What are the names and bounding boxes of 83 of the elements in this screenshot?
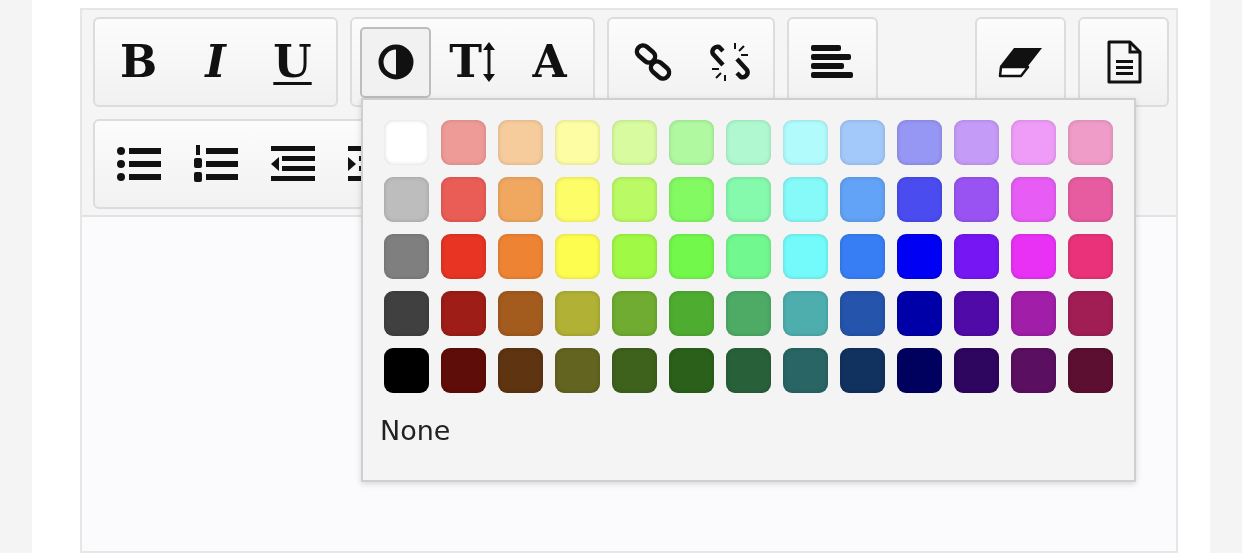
color-swatch[interactable] [897,120,942,165]
color-swatch[interactable] [669,177,714,222]
editor-area[interactable]: B I U T A None [80,8,1178,553]
color-swatch[interactable] [1068,291,1113,336]
color-swatch[interactable] [783,177,828,222]
color-swatch[interactable] [1011,348,1056,393]
color-swatch[interactable] [954,177,999,222]
color-swatch[interactable] [612,234,657,279]
color-swatch[interactable] [726,348,771,393]
color-swatch[interactable] [669,291,714,336]
color-swatch[interactable] [555,177,600,222]
color-swatch[interactable] [840,234,885,279]
color-swatch[interactable] [897,177,942,222]
color-swatch[interactable] [897,234,942,279]
color-swatch[interactable] [726,234,771,279]
color-swatch[interactable] [555,120,600,165]
color-swatch[interactable] [897,291,942,336]
color-swatch[interactable] [954,348,999,393]
italic-button[interactable]: I [180,26,251,98]
up-down-arrow-icon [481,40,496,84]
color-swatch[interactable] [498,177,543,222]
color-swatch[interactable] [783,120,828,165]
color-swatch[interactable] [1011,291,1056,336]
color-swatch[interactable] [441,234,486,279]
color-swatch[interactable] [840,120,885,165]
none-option[interactable]: None [380,411,451,452]
color-swatch[interactable] [783,348,828,393]
color-swatch[interactable] [441,291,486,336]
color-swatch[interactable] [783,234,828,279]
color-swatch[interactable] [840,348,885,393]
color-swatch[interactable] [954,291,999,336]
color-swatch[interactable] [1068,234,1113,279]
color-button[interactable] [360,26,431,98]
bullet-list-icon [116,146,161,182]
color-swatch[interactable] [498,348,543,393]
color-swatch[interactable] [555,234,600,279]
color-swatch[interactable] [498,291,543,336]
color-swatch[interactable] [726,120,771,165]
color-swatch[interactable] [669,348,714,393]
bold-button[interactable]: B [103,26,174,98]
font-size-button[interactable]: T [437,26,508,98]
contrast-icon [376,43,415,81]
color-swatch[interactable] [441,120,486,165]
color-swatch[interactable] [441,348,486,393]
link-icon [632,42,673,82]
color-swatch[interactable] [897,348,942,393]
eraser-icon [997,46,1044,78]
color-swatch[interactable] [1068,120,1113,165]
label: T [449,40,482,84]
color-swatch[interactable] [669,120,714,165]
color-swatch[interactable] [954,234,999,279]
color-swatch[interactable] [612,177,657,222]
color-swatch[interactable] [555,348,600,393]
color-swatch[interactable] [555,291,600,336]
color-swatch[interactable] [840,177,885,222]
numbered-list-icon [193,144,238,184]
color-swatch[interactable] [384,348,429,393]
color-swatch[interactable] [498,120,543,165]
color-swatch[interactable] [612,348,657,393]
color-swatch[interactable] [954,120,999,165]
color-swatch[interactable] [783,291,828,336]
color-swatch[interactable] [1068,348,1113,393]
color-swatch[interactable] [669,234,714,279]
color-swatch[interactable] [1011,120,1056,165]
color-swatch[interactable] [1011,234,1056,279]
color-swatch[interactable] [441,177,486,222]
color-swatch[interactable] [840,291,885,336]
broken-link-icon [708,41,751,83]
color-swatch[interactable] [384,234,429,279]
font-button[interactable]: A [514,26,585,98]
outdent-icon [270,146,315,182]
document-icon [1105,40,1142,84]
color-swatch[interactable] [726,291,771,336]
color-swatch[interactable] [612,291,657,336]
color-swatch[interactable] [498,234,543,279]
color-swatch[interactable] [726,177,771,222]
color-swatch[interactable] [1068,177,1113,222]
color-swatch[interactable] [1011,177,1056,222]
align-left-icon [810,43,855,81]
color-swatch[interactable] [384,177,429,222]
color-swatch[interactable] [612,120,657,165]
color-swatch[interactable] [384,291,429,336]
underline-button[interactable]: U [257,26,328,98]
